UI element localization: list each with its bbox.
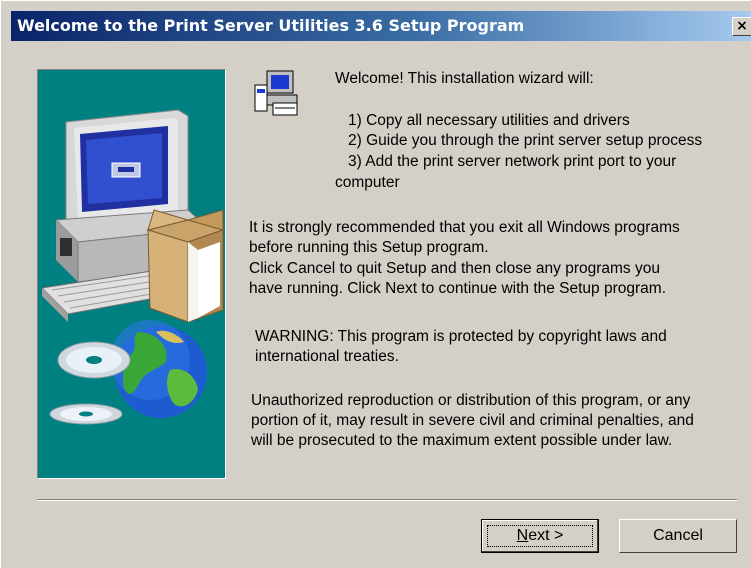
computer-globe-cd-illustration	[40, 109, 225, 425]
title-bar[interactable]: Welcome to the Print Server Utilities 3.…	[11, 11, 751, 41]
computer-setup-icon	[253, 69, 303, 119]
step-3: 3) Add the print server network print po…	[348, 153, 677, 170]
setup-dialog: Welcome to the Print Server Utilities 3.…	[0, 0, 751, 568]
window-title: Welcome to the Print Server Utilities 3.…	[17, 16, 525, 35]
recommend-line-1: It is strongly recommended that you exit…	[249, 219, 680, 236]
warning-line-2: international treaties.	[255, 348, 399, 365]
divider	[37, 499, 737, 501]
recommend-line-4: have running. Click Next to continue wit…	[249, 280, 667, 297]
close-button[interactable]: ×	[732, 17, 751, 36]
warning-line-1: WARNING: This program is protected by co…	[255, 328, 667, 345]
recommend-line-2: before running this Setup program.	[249, 239, 489, 256]
legal-line-3: will be prosecuted to the maximum extent…	[251, 432, 673, 449]
step-3-continued: computer	[335, 174, 400, 191]
step-2: 2) Guide you through the print server se…	[348, 132, 703, 149]
cancel-button[interactable]: Cancel	[619, 519, 737, 553]
legal-line-1: Unauthorized reproduction or distributio…	[251, 392, 691, 409]
step-1: 1) Copy all necessary utilities and driv…	[348, 112, 630, 129]
next-button-label: Next >	[516, 527, 564, 544]
wizard-illustration	[37, 69, 226, 479]
recommend-line-3: Click Cancel to quit Setup and then clos…	[249, 260, 660, 277]
legal-line-2: portion of it, may result in severe civi…	[251, 412, 694, 429]
intro-text: Welcome! This installation wizard will:	[335, 70, 594, 87]
next-button[interactable]: Next >	[481, 519, 599, 553]
